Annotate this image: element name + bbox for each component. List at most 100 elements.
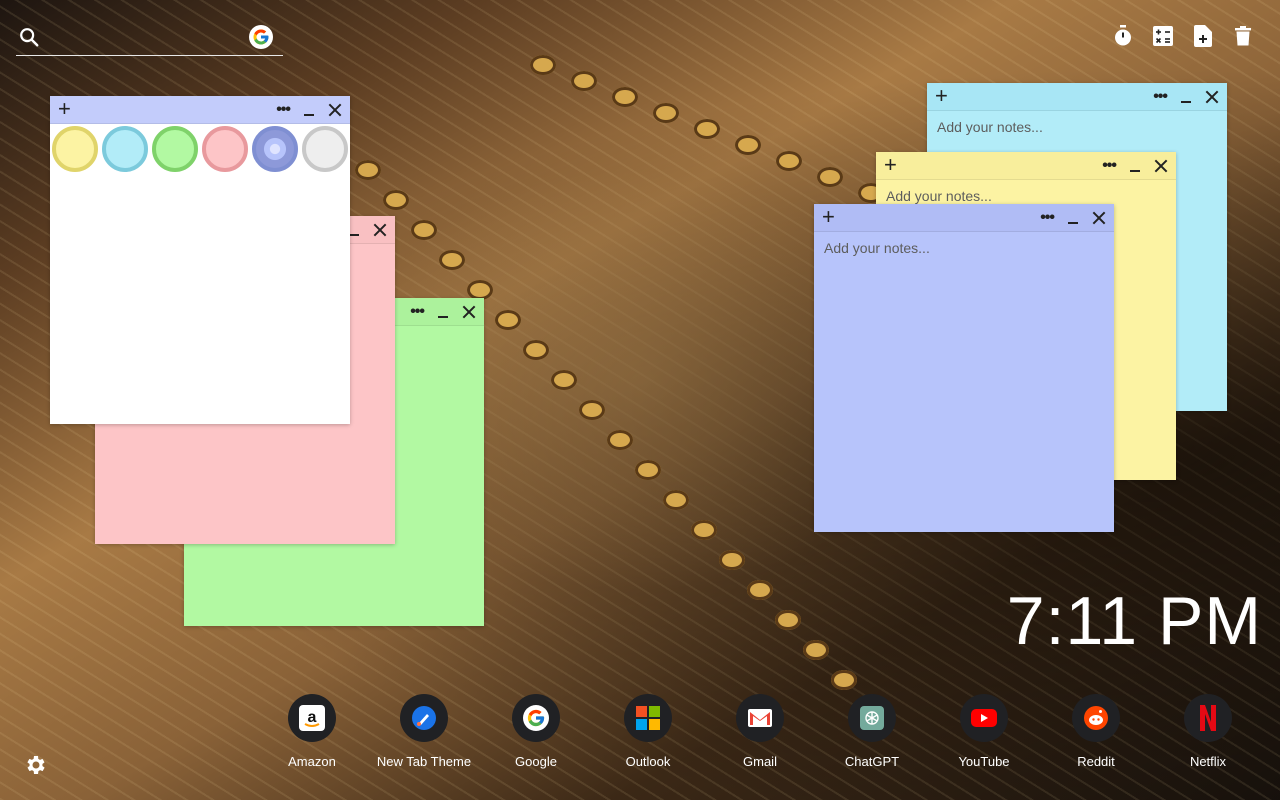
shortcut-amazon[interactable]: a Amazon — [256, 694, 368, 769]
color-swatch[interactable] — [202, 126, 248, 172]
shortcut-label: Outlook — [625, 754, 671, 769]
note-header: + ••• — [876, 152, 1176, 180]
new-note-button[interactable]: + — [884, 154, 897, 176]
close-icon[interactable] — [1092, 211, 1106, 225]
more-options-icon[interactable]: ••• — [1153, 88, 1168, 106]
youtube-icon — [960, 694, 1008, 742]
wallpaper-peg — [719, 550, 745, 570]
wallpaper-peg — [691, 520, 717, 540]
note-header: + ••• — [814, 204, 1114, 232]
color-swatch[interactable] — [252, 126, 298, 172]
close-icon[interactable] — [462, 305, 476, 319]
note-controls: ••• — [410, 298, 476, 326]
wallpaper-peg — [817, 167, 843, 187]
shortcut-label: YouTube — [958, 754, 1010, 769]
search-input[interactable] — [48, 24, 248, 50]
wallpaper-peg — [635, 460, 661, 480]
shortcut-label: New Tab Theme — [376, 754, 472, 769]
google-icon — [512, 694, 560, 742]
shortcut-label: Reddit — [1077, 754, 1115, 769]
gmail-icon — [736, 694, 784, 742]
minimize-icon[interactable] — [1130, 170, 1140, 172]
more-options-icon[interactable]: ••• — [410, 303, 425, 321]
close-icon[interactable] — [1154, 159, 1168, 173]
wallpaper-peg — [523, 340, 549, 360]
netflix-icon — [1184, 694, 1232, 742]
shortcut-outlook[interactable]: Outlook — [592, 694, 704, 769]
calculator-icon[interactable] — [1152, 24, 1174, 48]
shortcut-label: Amazon — [288, 754, 336, 769]
wallpaper-peg — [467, 280, 493, 300]
note-header: + ••• — [927, 83, 1227, 111]
minimize-icon[interactable] — [304, 114, 314, 116]
more-options-icon[interactable]: ••• — [1040, 209, 1055, 227]
minimize-icon[interactable] — [1181, 101, 1191, 103]
close-icon[interactable] — [1205, 90, 1219, 104]
shortcut-label: ChatGPT — [844, 754, 900, 769]
wallpaper-peg — [612, 87, 638, 107]
close-icon[interactable] — [328, 103, 342, 117]
color-swatch[interactable] — [102, 126, 148, 172]
wallpaper-peg — [747, 580, 773, 600]
new-note-button[interactable]: + — [935, 85, 948, 107]
note-controls: ••• — [276, 96, 342, 124]
note-header: + ••• — [50, 96, 350, 124]
note-text-area[interactable] — [814, 232, 1114, 532]
reddit-icon — [1072, 694, 1120, 742]
new-note-button[interactable]: + — [58, 98, 71, 120]
shortcut-netflix[interactable]: Netflix — [1152, 694, 1264, 769]
wallpaper-peg — [551, 370, 577, 390]
google-search-icon[interactable] — [249, 25, 273, 49]
wallpaper-peg — [607, 430, 633, 450]
add-note-icon[interactable] — [1192, 24, 1214, 48]
search-icon — [20, 28, 39, 47]
new-note-button[interactable]: + — [822, 206, 835, 228]
shortcut-label: Google — [515, 754, 557, 769]
sticky-note-white: + ••• — [50, 96, 350, 424]
minimize-icon[interactable] — [438, 316, 448, 318]
wallpaper-peg — [383, 190, 409, 210]
color-swatch[interactable] — [52, 126, 98, 172]
wallpaper-peg — [411, 220, 437, 240]
shortcut-youtube[interactable]: YouTube — [928, 694, 1040, 769]
wallpaper-peg — [355, 160, 381, 180]
wallpaper-peg — [831, 670, 857, 690]
wallpaper-peg — [579, 400, 605, 420]
shortcut-new-tab-theme[interactable]: New Tab Theme — [368, 694, 480, 769]
settings-icon[interactable] — [24, 753, 48, 777]
color-palette — [52, 126, 348, 172]
color-swatch[interactable] — [152, 126, 198, 172]
search-bar — [16, 20, 283, 56]
amazon-icon: a — [288, 694, 336, 742]
shortcut-google[interactable]: Google — [480, 694, 592, 769]
sticky-note-periwinkle: + ••• — [814, 204, 1114, 532]
wallpaper-peg — [495, 310, 521, 330]
clock: 7:11 PM — [1006, 583, 1262, 659]
shortcut-chatgpt[interactable]: ChatGPT — [816, 694, 928, 769]
shortcut-gmail[interactable]: Gmail — [704, 694, 816, 769]
shortcut-label: Netflix — [1189, 754, 1227, 769]
new-tab-theme-icon — [400, 694, 448, 742]
chatgpt-icon — [848, 694, 896, 742]
close-icon[interactable] — [373, 223, 387, 237]
minimize-icon[interactable] — [349, 234, 359, 236]
wallpaper-peg — [775, 610, 801, 630]
wallpaper-peg — [571, 71, 597, 91]
color-swatch[interactable] — [302, 126, 348, 172]
note-controls: ••• — [1153, 83, 1219, 111]
more-options-icon[interactable]: ••• — [276, 101, 291, 119]
outlook-icon — [624, 694, 672, 742]
minimize-icon[interactable] — [1068, 222, 1078, 224]
wallpaper-peg — [803, 640, 829, 660]
svg-text:a: a — [308, 709, 317, 726]
wallpaper-peg — [694, 119, 720, 139]
wallpaper-peg — [663, 490, 689, 510]
more-options-icon[interactable]: ••• — [1102, 157, 1117, 175]
shortcut-reddit[interactable]: Reddit — [1040, 694, 1152, 769]
top-toolbar — [1112, 24, 1254, 48]
trash-icon[interactable] — [1232, 24, 1254, 48]
shortcut-label: Gmail — [743, 754, 777, 769]
wallpaper-peg — [653, 103, 679, 123]
wallpaper-peg — [735, 135, 761, 155]
timer-icon[interactable] — [1112, 24, 1134, 48]
